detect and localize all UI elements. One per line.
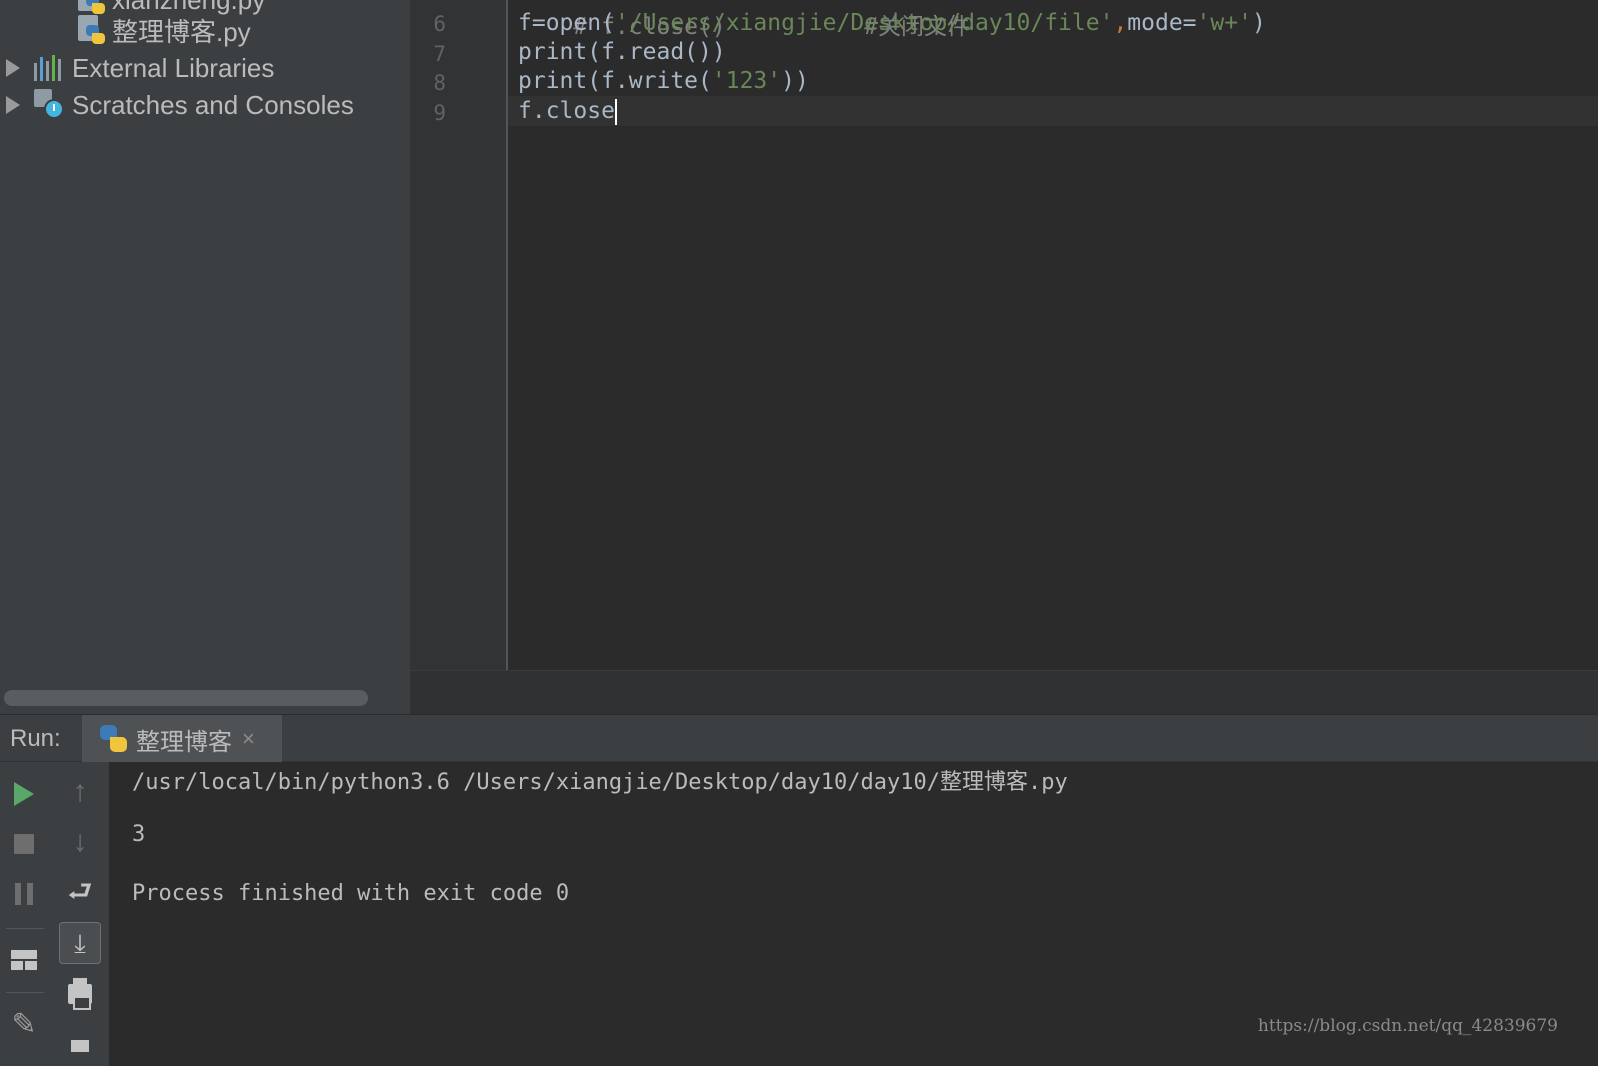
toolbar-divider bbox=[6, 992, 44, 993]
line-number: 8 bbox=[433, 71, 446, 95]
previous-occurrence-button[interactable]: ↑ bbox=[60, 772, 100, 812]
stop-button[interactable] bbox=[4, 824, 44, 864]
code-token: f.close bbox=[518, 98, 615, 124]
pin-icon: ✎ bbox=[11, 1007, 37, 1041]
editor-bottom-bar bbox=[410, 670, 1598, 714]
current-line-highlight bbox=[508, 96, 1598, 126]
watermark-text: https://blog.csdn.net/qq_42839679 bbox=[1257, 1016, 1558, 1036]
run-title: Run: bbox=[10, 725, 61, 752]
pause-button[interactable] bbox=[4, 874, 44, 914]
expand-arrow-icon[interactable] bbox=[6, 59, 20, 77]
code-string: 'w+' bbox=[1196, 10, 1252, 36]
run-tool-window-header: Run: 整理博客 × bbox=[0, 714, 1598, 763]
pause-icon bbox=[15, 883, 33, 905]
pin-tab-button[interactable]: ✎ bbox=[4, 1004, 44, 1044]
toolbar-divider bbox=[6, 928, 44, 929]
scroll-to-end-button[interactable]: ⤓ bbox=[59, 922, 101, 964]
down-arrow-icon: ↓ bbox=[72, 825, 88, 858]
horizontal-scrollbar[interactable] bbox=[4, 690, 368, 706]
code-token: )) bbox=[781, 68, 809, 94]
stop-icon bbox=[14, 834, 34, 854]
run-toolbar-secondary: ↑ ↓ ⮐ ⤓ bbox=[52, 762, 110, 1066]
soft-wrap-button[interactable]: ⮐ bbox=[60, 872, 100, 912]
clear-all-button[interactable] bbox=[60, 1026, 100, 1066]
run-tab-label: 整理博客 bbox=[136, 728, 232, 756]
python-file-icon bbox=[76, 15, 106, 45]
console-output-line: 3 bbox=[132, 822, 146, 847]
play-icon bbox=[14, 782, 34, 806]
tree-item-scratches-and-consoles[interactable]: Scratches and Consoles bbox=[6, 87, 354, 123]
tree-item-label: 整理博客.py bbox=[112, 16, 251, 47]
project-tree-panel: xianzheng.py 整理博客.py External Libraries … bbox=[0, 0, 410, 714]
code-punctuation: , bbox=[1113, 10, 1128, 36]
rerun-button[interactable] bbox=[4, 774, 44, 814]
line-number: 7 bbox=[433, 42, 446, 66]
code-editor[interactable]: # f.close() #关闭文件 6 f=open('/Users/xiang… bbox=[410, 0, 1598, 670]
run-tab[interactable]: 整理博客 × bbox=[82, 715, 282, 763]
code-string: '/Users/xiangjie/Desktop/day10/file' bbox=[614, 10, 1114, 36]
tree-item-label: External Libraries bbox=[72, 52, 275, 83]
scroll-to-end-icon: ⤓ bbox=[74, 928, 86, 958]
code-token: ) bbox=[1251, 10, 1266, 36]
text-caret bbox=[614, 98, 617, 125]
code-line-6: f=open('/Users/xiangjie/Desktop/day10/fi… bbox=[518, 8, 1266, 38]
line-number: 9 bbox=[433, 101, 446, 125]
code-line-9: f.close bbox=[518, 96, 617, 126]
code-line-7: print(f.read()) bbox=[518, 39, 726, 65]
console-command-line: /usr/local/bin/python3.6 /Users/xiangjie… bbox=[132, 770, 1068, 795]
code-token: print(f.write( bbox=[518, 68, 712, 94]
code-line-8: print(f.write('123')) bbox=[518, 66, 809, 96]
print-button[interactable] bbox=[60, 974, 100, 1014]
next-occurrence-button[interactable]: ↓ bbox=[60, 822, 100, 862]
close-tab-icon[interactable]: × bbox=[242, 726, 255, 752]
code-token: mode= bbox=[1127, 10, 1197, 36]
tree-item-label: Scratches and Consoles bbox=[72, 89, 354, 120]
tree-item-external-libraries[interactable]: External Libraries bbox=[6, 50, 274, 86]
run-toolbar-primary: ✎ bbox=[0, 762, 52, 1066]
expand-arrow-icon[interactable] bbox=[6, 96, 20, 114]
console-exit-line: Process finished with exit code 0 bbox=[132, 881, 570, 906]
restore-layout-button[interactable] bbox=[4, 940, 44, 980]
soft-wrap-icon: ⮐ bbox=[67, 876, 93, 907]
scratches-icon bbox=[34, 89, 66, 121]
print-icon bbox=[68, 978, 92, 1010]
line-number: 6 bbox=[433, 12, 446, 36]
up-arrow-icon: ↑ bbox=[72, 775, 88, 808]
tree-item-zhengli-boke[interactable]: 整理博客.py bbox=[76, 12, 251, 48]
trash-icon bbox=[71, 1040, 89, 1052]
libraries-icon bbox=[34, 55, 64, 81]
layout-icon bbox=[11, 950, 37, 970]
code-token: f=open( bbox=[518, 10, 615, 36]
python-icon bbox=[100, 725, 128, 753]
code-string: '123' bbox=[711, 68, 782, 94]
